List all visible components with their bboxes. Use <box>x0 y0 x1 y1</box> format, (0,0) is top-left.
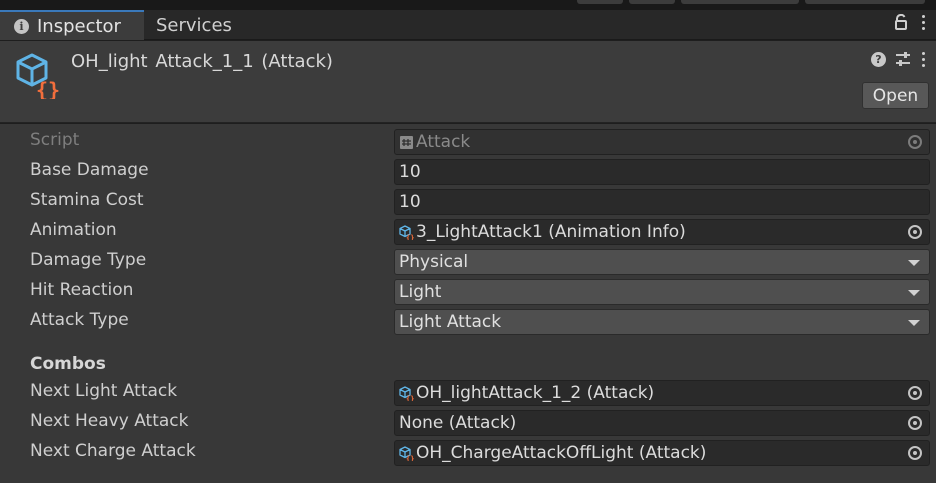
scriptable-object-icon: {} <box>399 445 414 461</box>
field-label: Base Damage <box>30 160 149 180</box>
next-heavy-attack-object-field[interactable]: None (Attack) <box>394 410 930 436</box>
next-charge-attack-object-field[interactable]: {} OH_ChargeAttackOffLight (Attack) <box>394 440 930 466</box>
field-row-animation: Animation {} 3_LightAttack1 (Animation I… <box>0 216 936 246</box>
field-value: Attack <box>416 132 471 152</box>
field-row-next-heavy-attack: Next Heavy Attack None (Attack) <box>0 407 936 437</box>
field-row-stamina-cost: Stamina Cost 10 <box>0 186 936 216</box>
field-value: 10 <box>399 162 421 182</box>
toolbar-button[interactable] <box>681 0 799 4</box>
lock-icon[interactable] <box>894 14 908 30</box>
field-label: Stamina Cost <box>30 190 144 210</box>
object-picker-icon[interactable] <box>908 416 922 430</box>
field-value: Light <box>399 282 442 302</box>
kebab-menu-icon[interactable] <box>920 14 926 30</box>
field-label: Animation <box>30 220 117 240</box>
toolbar-button[interactable] <box>805 0 925 4</box>
field-label: Script <box>30 130 80 150</box>
svg-text:{}: {} <box>36 78 60 99</box>
open-button[interactable]: Open <box>862 82 929 109</box>
tab-services[interactable]: Services <box>156 10 232 40</box>
field-value: None (Attack) <box>399 413 517 433</box>
scriptable-object-icon: {} <box>16 53 60 99</box>
svg-text:{}: {} <box>406 395 414 401</box>
header-actions: ? <box>871 51 926 67</box>
field-value: Light Attack <box>399 312 502 332</box>
dropdown-caret-icon <box>908 320 920 326</box>
tab-services-label: Services <box>156 14 232 36</box>
field-row-damage-type: Damage Type Physical <box>0 246 936 276</box>
field-label: Next Light Attack <box>30 381 178 401</box>
field-value: OH_ChargeAttackOffLight (Attack) <box>416 443 707 463</box>
hit-reaction-dropdown[interactable]: Light <box>394 279 930 305</box>
svg-text:{}: {} <box>406 455 414 461</box>
base-damage-input[interactable]: 10 <box>394 159 930 185</box>
next-light-attack-object-field[interactable]: {} OH_lightAttack_1_2 (Attack) <box>394 380 930 406</box>
tab-bar: i Inspector Services <box>0 10 936 40</box>
stamina-cost-input[interactable]: 10 <box>394 189 930 215</box>
toolbar-button[interactable] <box>629 0 675 4</box>
component-menu-icon[interactable] <box>920 51 926 67</box>
object-picker-icon <box>908 135 922 149</box>
field-label: Damage Type <box>30 250 147 270</box>
field-label: Hit Reaction <box>30 280 134 300</box>
info-icon: i <box>14 18 29 34</box>
dropdown-caret-icon <box>908 260 920 266</box>
object-title: OH_light Attack_1_1 (Attack) <box>71 51 333 72</box>
attack-type-dropdown[interactable]: Light Attack <box>394 309 930 335</box>
animation-object-field[interactable]: {} 3_LightAttack1 (Animation Info) <box>394 219 930 245</box>
object-picker-icon[interactable] <box>908 386 922 400</box>
inspector-header: {} OH_light Attack_1_1 (Attack) ? Open <box>0 41 936 123</box>
toolbar-button[interactable] <box>577 0 623 4</box>
tab-bar-actions <box>894 14 926 30</box>
field-label: Next Heavy Attack <box>30 411 189 431</box>
field-row-next-light-attack: Next Light Attack {} OH_lightAttack_1_2 … <box>0 377 936 407</box>
script-field: Attack <box>394 129 930 155</box>
top-toolbar-strip <box>0 0 936 10</box>
inspector-body: Script Attack Base Damage 10 Stamina Cos… <box>0 124 936 483</box>
field-label: Next Charge Attack <box>30 441 196 461</box>
field-row-script: Script Attack <box>0 126 936 156</box>
dropdown-caret-icon <box>908 290 920 296</box>
scriptable-object-icon: {} <box>399 385 414 401</box>
object-picker-icon[interactable] <box>908 446 922 460</box>
damage-type-dropdown[interactable]: Physical <box>394 249 930 275</box>
section-header-combos: Combos <box>30 354 106 374</box>
field-row-next-charge-attack: Next Charge Attack {} OH_ChargeAttackOff… <box>0 437 936 467</box>
object-picker-icon[interactable] <box>908 225 922 239</box>
field-row-attack-type: Attack Type Light Attack <box>0 306 936 336</box>
field-value: Physical <box>399 252 469 272</box>
csharp-script-icon <box>400 135 413 149</box>
field-value: 3_LightAttack1 (Animation Info) <box>416 222 686 242</box>
field-value: 10 <box>399 192 421 212</box>
field-row-hit-reaction: Hit Reaction Light <box>0 276 936 306</box>
scriptable-object-icon: {} <box>399 224 414 240</box>
field-value: OH_lightAttack_1_2 (Attack) <box>416 383 655 403</box>
svg-text:{}: {} <box>406 234 414 240</box>
preset-icon[interactable] <box>895 51 911 67</box>
field-label: Attack Type <box>30 310 129 330</box>
tab-inspector[interactable]: i Inspector <box>0 10 144 40</box>
field-row-base-damage: Base Damage 10 <box>0 156 936 186</box>
tab-inspector-label: Inspector <box>37 15 121 37</box>
help-icon[interactable]: ? <box>871 51 886 67</box>
